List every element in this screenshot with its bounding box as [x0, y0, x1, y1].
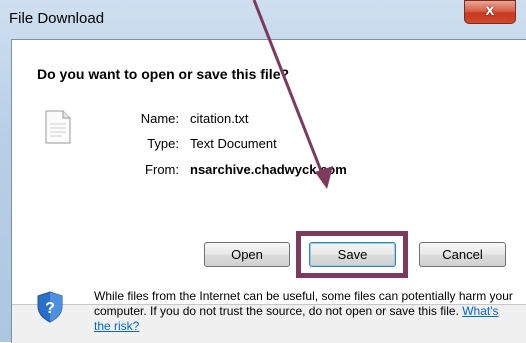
file-download-window: File Download x Do you want to open or s… — [0, 0, 526, 343]
from-label: From: — [145, 162, 179, 177]
open-button[interactable]: Open — [204, 242, 290, 267]
title-bar[interactable]: File Download x — [0, 0, 526, 38]
file-type: Text Document — [190, 136, 277, 151]
svg-text:?: ? — [45, 300, 55, 317]
window-title: File Download — [9, 10, 105, 27]
name-label: Name: — [140, 111, 179, 126]
save-highlight-box — [296, 231, 408, 278]
security-warning: While files from the Internet can be use… — [94, 289, 514, 334]
dialog-question: Do you want to open or save this file? — [37, 66, 290, 82]
file-source: nsarchive.chadwyck.com — [190, 162, 347, 177]
file-icon — [45, 110, 71, 144]
type-label: Type: — [147, 136, 179, 151]
warning-text: While files from the Internet can be use… — [94, 289, 513, 318]
dialog-body: Do you want to open or save this file? N… — [11, 39, 526, 343]
file-name: citation.txt — [190, 111, 249, 126]
security-shield-icon: ? — [37, 291, 63, 323]
close-button[interactable]: x — [464, 0, 516, 24]
close-icon: x — [485, 2, 495, 19]
cancel-button[interactable]: Cancel — [419, 242, 506, 267]
